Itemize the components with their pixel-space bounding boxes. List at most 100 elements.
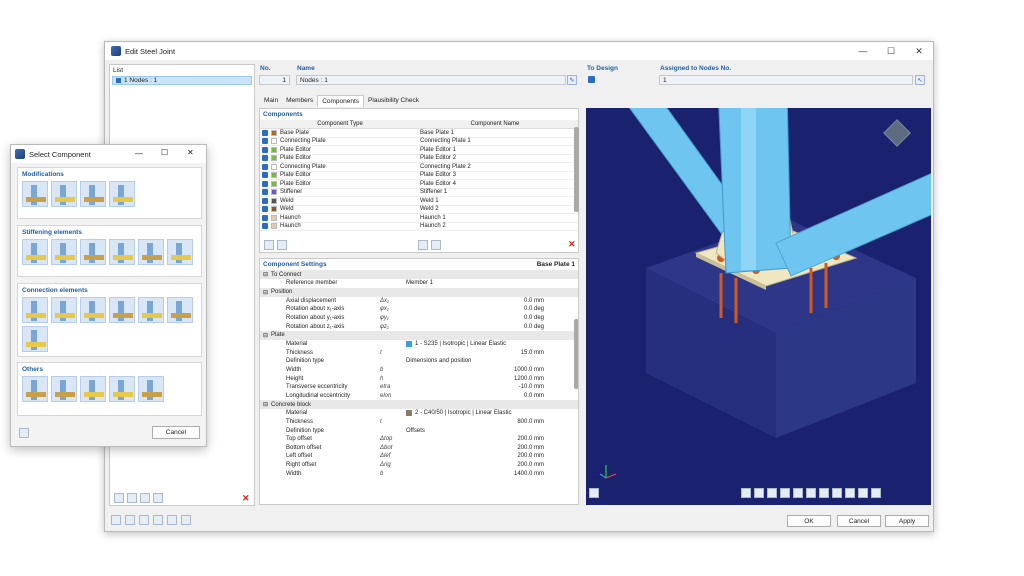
settings-row[interactable]: Material 1 - S235 | Isotropic | Linear El… (260, 340, 578, 349)
row-checkbox[interactable] (262, 180, 268, 187)
row-checkbox[interactable] (262, 146, 268, 153)
maximize-button[interactable]: ☐ (161, 148, 168, 157)
select-nodes-icon[interactable]: ↖ (915, 75, 925, 85)
connection-icon[interactable] (109, 297, 135, 323)
help-icon[interactable] (167, 515, 177, 525)
stiffener-icon[interactable] (22, 239, 48, 265)
settings-row[interactable]: Rotation about x₁-axis φx₁ 0.0 deg (260, 305, 578, 314)
search-icon[interactable] (19, 428, 29, 438)
stiffener-icon[interactable] (80, 239, 106, 265)
tab-members[interactable]: Members (282, 95, 317, 107)
collapse-icon[interactable]: ⊟ (263, 401, 271, 408)
other-icon[interactable] (138, 376, 164, 402)
search-icon[interactable] (111, 515, 121, 525)
table-row[interactable]: Haunch Haunch 2 (260, 223, 578, 231)
settings-row[interactable]: Thickness t 15.0 mm (260, 349, 578, 358)
table-row[interactable]: Plate Editor Plate Editor 3 (260, 172, 578, 180)
settings-section[interactable]: ⊟ Concrete block (260, 400, 578, 410)
param-value[interactable]: 200.0 mm (406, 453, 578, 459)
iso-view-icon[interactable] (806, 488, 816, 498)
param-value[interactable]: 1200.0 mm (406, 376, 578, 382)
library-icon[interactable] (431, 240, 441, 250)
display-icon[interactable] (741, 488, 751, 498)
table-row[interactable]: Connecting Plate Connecting Plate 1 (260, 138, 578, 146)
param-value[interactable]: 200.0 mm (406, 462, 578, 468)
modification-icon[interactable] (22, 181, 48, 207)
collapse-icon[interactable]: ⊟ (263, 271, 271, 278)
settings-scrollbar[interactable] (574, 319, 578, 389)
delete-icon[interactable]: ✕ (242, 493, 250, 504)
settings-row[interactable]: Definition type Offsets (260, 426, 578, 435)
modification-icon[interactable] (80, 181, 106, 207)
settings-row[interactable]: Width b 1000.0 mm (260, 366, 578, 375)
render-icon[interactable] (754, 488, 764, 498)
table-row[interactable]: Weld Weld 2 (260, 206, 578, 214)
stiffener-icon[interactable] (51, 239, 77, 265)
settings-row[interactable]: Transverse eccentricity etra -10.0 mm (260, 383, 578, 392)
collapse-icon[interactable]: ⊟ (263, 332, 271, 339)
row-checkbox[interactable] (262, 155, 268, 162)
minimize-button[interactable]: — (849, 42, 877, 60)
settings-row[interactable]: Thickness t 800.0 mm (260, 418, 578, 427)
assigned-field[interactable]: 1 (659, 75, 913, 85)
param-value[interactable]: -10.0 mm (406, 384, 578, 390)
settings-row[interactable]: Longitudinal eccentricity elon 0.0 mm (260, 392, 578, 401)
list-item[interactable]: 1 Nodes : 1 (112, 76, 252, 85)
row-checkbox[interactable] (262, 129, 268, 136)
minimize-button[interactable]: — (135, 149, 143, 158)
row-checkbox[interactable] (262, 138, 268, 145)
param-value[interactable]: 200.0 mm (406, 436, 578, 442)
param-value[interactable]: Offsets (406, 428, 578, 434)
row-checkbox[interactable] (262, 189, 268, 196)
tab-plausibility-check[interactable]: Plausibility Check (364, 95, 423, 107)
param-value[interactable]: 0.0 mm (406, 298, 578, 304)
settings-row[interactable]: Rotation about z₁-axis φz₁ 0.0 deg (260, 322, 578, 331)
settings-row[interactable]: Height h 1200.0 mm (260, 374, 578, 383)
units-icon[interactable] (125, 515, 135, 525)
settings-row[interactable]: Material 2 - C40/50 | Isotropic | Linear … (260, 409, 578, 418)
connection-icon[interactable] (167, 297, 193, 323)
select-cancel-button[interactable]: Cancel (152, 426, 200, 439)
table-row[interactable]: Plate Editor Plate Editor 1 (260, 146, 578, 155)
settings-row[interactable]: Reference member Member 1 (260, 279, 578, 288)
settings-section[interactable]: ⊟ Plate (260, 330, 578, 340)
table-row[interactable]: Base Plate Base Plate 1 (260, 129, 578, 138)
copy-item-icon[interactable] (127, 493, 137, 503)
param-value[interactable]: 0.0 deg (406, 315, 578, 321)
connection-icon[interactable] (51, 297, 77, 323)
table-row[interactable]: Weld Weld 1 (260, 197, 578, 206)
to-design-checkbox[interactable] (588, 76, 595, 83)
stiffener-icon[interactable] (138, 239, 164, 265)
settings-row[interactable]: Axial displacement Δx₁ 0.0 mm (260, 297, 578, 306)
param-value[interactable]: 0.0 mm (406, 393, 578, 399)
row-checkbox[interactable] (262, 223, 268, 230)
param-value[interactable]: 200.0 mm (406, 445, 578, 451)
section-icon[interactable] (832, 488, 842, 498)
other-icon[interactable] (80, 376, 106, 402)
settings-row[interactable]: Left offset Δlef 200.0 mm (260, 452, 578, 461)
param-value[interactable]: 1000.0 mm (406, 367, 578, 373)
row-checkbox[interactable] (262, 197, 268, 204)
ok-button[interactable]: OK (787, 515, 831, 527)
name-field[interactable]: Nodes : 1 (296, 75, 566, 85)
components-scrollbar[interactable] (574, 127, 579, 212)
row-checkbox[interactable] (262, 214, 268, 221)
table-row[interactable]: Haunch Haunch 1 (260, 214, 578, 223)
settings-row[interactable]: Width b 1400.0 mm (260, 469, 578, 478)
stiffener-icon[interactable] (167, 239, 193, 265)
other-icon[interactable] (109, 376, 135, 402)
settings-row[interactable]: Bottom offset Δbot 200.0 mm (260, 444, 578, 453)
check-icon[interactable] (140, 493, 150, 503)
3d-viewport[interactable] (586, 108, 931, 505)
row-checkbox[interactable] (262, 163, 268, 170)
view-z-icon[interactable] (793, 488, 803, 498)
delete-component-icon[interactable]: ✕ (568, 239, 576, 250)
add-component-icon[interactable] (418, 240, 428, 250)
tab-main[interactable]: Main (260, 95, 282, 107)
connection-icon[interactable] (22, 297, 48, 323)
settings-row[interactable]: Right offset Δrig 200.0 mm (260, 461, 578, 470)
row-checkbox[interactable] (262, 172, 268, 179)
param-value[interactable]: 15.0 mm (406, 350, 578, 356)
modification-icon[interactable] (109, 181, 135, 207)
settings-section[interactable]: ⊟ To Connect (260, 270, 578, 279)
